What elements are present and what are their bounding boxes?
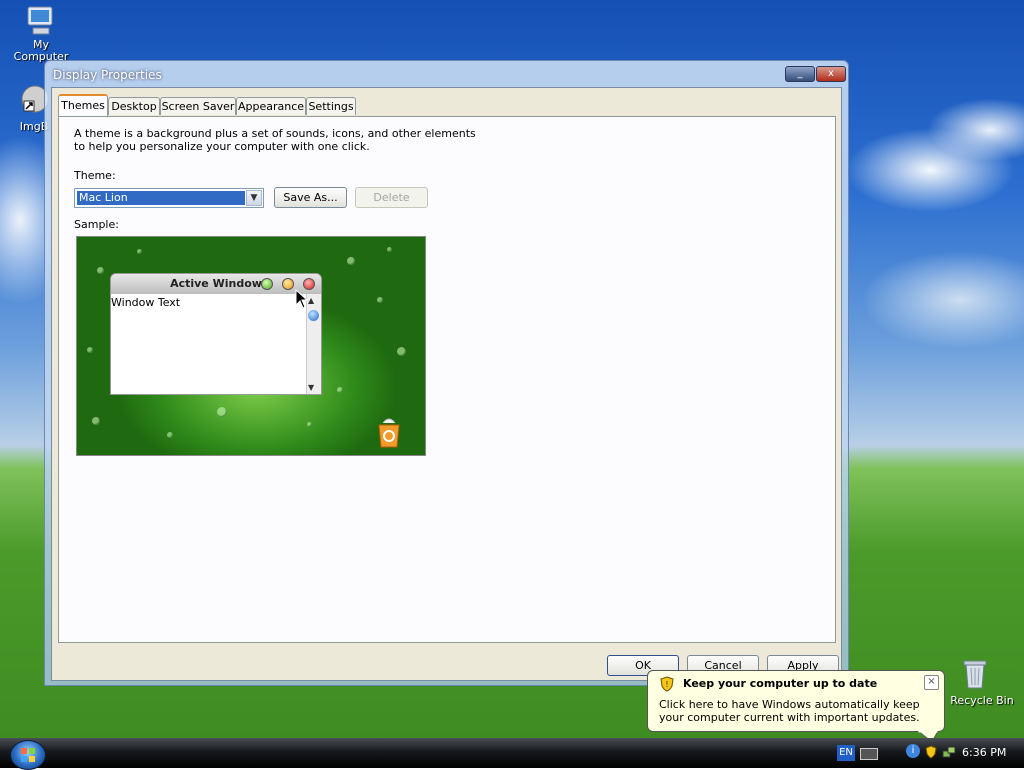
recycle-bin-label: Recycle Bin	[950, 694, 1014, 707]
balloon-line-1: Click here to have Windows automatically…	[659, 698, 920, 711]
tab-desktop[interactable]: Desktop	[108, 97, 160, 115]
delete-button[interactable]: Delete	[355, 187, 428, 208]
sample-minimize-dot-icon	[282, 278, 294, 290]
save-as-button[interactable]: Save As...	[274, 187, 347, 208]
sample-scrollbar: ▲ ▼	[306, 294, 321, 394]
my-computer-desktop-icon[interactable]: My Computer	[14, 2, 68, 64]
balloon-line-2: your computer current with important upd…	[659, 711, 920, 724]
language-indicator[interactable]: EN	[837, 745, 855, 761]
recycle-bin-icon	[963, 660, 987, 689]
update-notification-balloon[interactable]: ! Keep your computer up to date × Click …	[647, 670, 945, 743]
tab-screen-saver[interactable]: Screen Saver	[160, 97, 236, 115]
window-title: Display Properties	[53, 68, 162, 82]
start-button[interactable]	[10, 740, 46, 770]
tab-settings[interactable]: Settings	[306, 97, 356, 115]
tab-appearance[interactable]: Appearance	[236, 97, 306, 115]
description-line-2: to help you personalize your computer wi…	[74, 140, 370, 153]
display-properties-window: Display Properties _ x Themes Desktop Sc…	[44, 60, 849, 686]
system-clock[interactable]: 6:36 PM	[962, 746, 1006, 759]
sample-active-window: Active Window Window Text ▲ ▼	[110, 273, 322, 395]
computer-icon	[27, 6, 53, 35]
sample-window-text: Window Text	[111, 296, 181, 309]
theme-label: Theme:	[74, 169, 116, 182]
tab-themes[interactable]: Themes	[58, 94, 108, 116]
dialog-client-area: Themes Desktop Screen Saver Appearance S…	[51, 87, 842, 681]
sample-maximize-dot-icon	[261, 278, 273, 290]
shield-icon: !	[660, 676, 674, 692]
keyboard-icon[interactable]	[860, 748, 878, 760]
shield-tray-icon[interactable]	[925, 745, 937, 759]
sample-recycle-bin-icon	[378, 418, 400, 448]
mouse-cursor-icon	[295, 289, 309, 309]
theme-sample-preview: Active Window Window Text ▲ ▼	[76, 236, 426, 456]
balloon-close-button[interactable]: ×	[924, 675, 939, 690]
close-button[interactable]: x	[816, 66, 846, 82]
chevron-down-icon[interactable]: ▼	[246, 190, 262, 206]
description-line-1: A theme is a background plus a set of so…	[74, 127, 476, 140]
info-tray-icon[interactable]: i	[906, 744, 920, 758]
recycle-bin-desktop-icon[interactable]: Recycle Bin	[944, 656, 1020, 708]
minimize-button[interactable]: _	[785, 66, 815, 82]
sample-label: Sample:	[74, 218, 119, 231]
svg-text:!: !	[665, 680, 668, 689]
theme-dropdown[interactable]: Mac Lion ▼	[74, 188, 264, 208]
balloon-title: Keep your computer up to date	[683, 677, 878, 690]
theme-selected-value: Mac Lion	[77, 191, 245, 205]
network-tray-icon[interactable]	[942, 745, 956, 759]
windows-logo-icon	[21, 748, 35, 762]
themes-panel: A theme is a background plus a set of so…	[58, 116, 836, 643]
